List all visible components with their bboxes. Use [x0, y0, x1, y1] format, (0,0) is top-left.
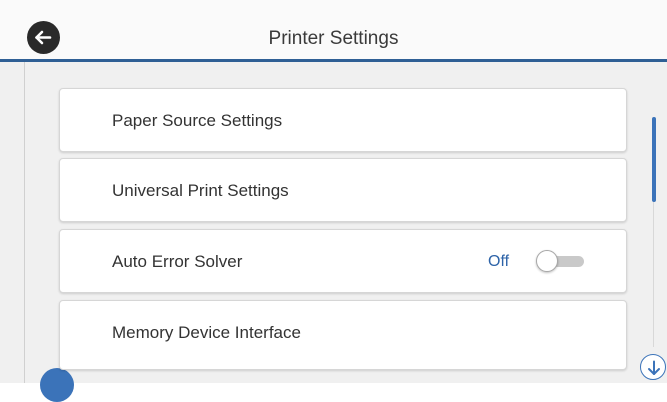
item-label: Memory Device Interface: [112, 323, 301, 342]
auto-error-solver-toggle[interactable]: [534, 248, 594, 274]
page-title: Printer Settings: [268, 28, 399, 49]
settings-list-area: Paper Source Settings Universal Print Se…: [0, 62, 667, 402]
left-divider-line: [24, 62, 25, 383]
help-bubble-icon[interactable]: [40, 368, 74, 402]
item-label: Paper Source Settings: [112, 111, 283, 130]
memory-device-interface-item[interactable]: Memory Device Interface: [59, 300, 627, 370]
scrollbar-track[interactable]: [653, 202, 654, 347]
auto-error-solver-item[interactable]: Auto Error Solver Off: [59, 229, 627, 293]
paper-source-settings-item[interactable]: Paper Source Settings: [59, 88, 627, 152]
scroll-down-button[interactable]: [640, 354, 666, 380]
toggle-knob: [536, 250, 558, 272]
scroll-down-arrow-icon: [648, 360, 660, 375]
header-bar: Printer Settings: [0, 0, 667, 62]
item-label: Auto Error Solver: [112, 252, 243, 271]
toggle-status-text: Off: [488, 253, 510, 270]
scrollbar-thumb[interactable]: [652, 117, 656, 202]
item-label: Universal Print Settings: [112, 181, 289, 200]
universal-print-settings-item[interactable]: Universal Print Settings: [59, 158, 627, 222]
